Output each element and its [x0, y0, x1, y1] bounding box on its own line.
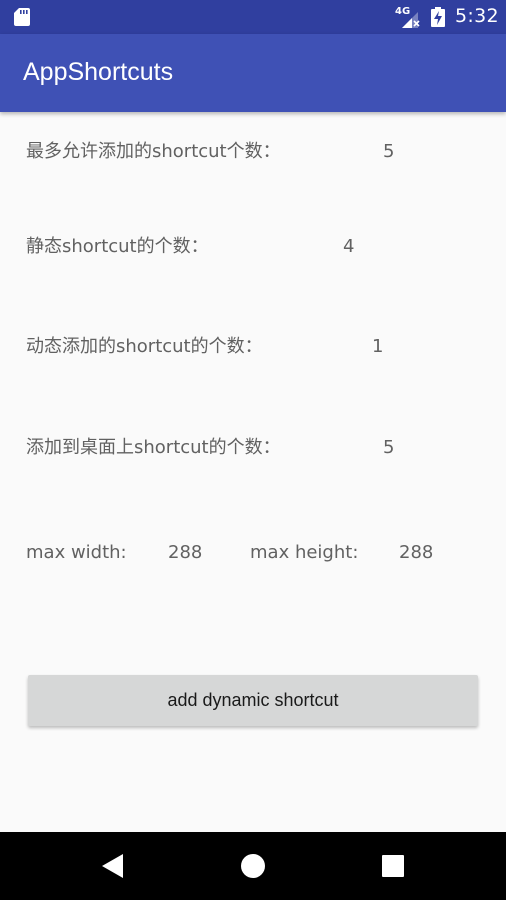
max-allowed-value: 5	[383, 141, 395, 162]
max-allowed-label: 最多允许添加的shortcut个数：	[26, 141, 281, 162]
sd-card-icon	[14, 8, 30, 26]
static-count-value: 4	[343, 236, 355, 257]
app-bar: AppShortcuts	[0, 34, 506, 112]
add-dynamic-shortcut-button[interactable]: add dynamic shortcut	[28, 675, 478, 726]
max-width-label: max width:	[26, 542, 127, 563]
max-width-value: 288	[168, 542, 203, 563]
dynamic-count-label: 动态添加的shortcut的个数：	[26, 336, 263, 357]
navigation-bar	[0, 832, 506, 900]
status-bar: 4G 5:32	[0, 0, 506, 34]
static-count-label: 静态shortcut的个数：	[26, 236, 209, 257]
dynamic-count-value: 1	[372, 336, 384, 357]
back-icon[interactable]	[97, 850, 129, 882]
screen: 4G 5:32 AppShortcuts 最多允许添加的shortcut个数： …	[0, 0, 506, 900]
pinned-count-value: 5	[383, 437, 395, 458]
home-icon[interactable]	[237, 850, 269, 882]
status-clock: 5:32	[455, 5, 499, 27]
pinned-count-label: 添加到桌面上shortcut的个数：	[26, 437, 281, 458]
max-height-value: 288	[399, 542, 434, 563]
max-height-label: max height:	[250, 542, 359, 563]
app-title: AppShortcuts	[23, 58, 174, 86]
battery-charging-icon	[431, 7, 445, 27]
signal-icon	[402, 12, 420, 28]
recents-icon[interactable]	[377, 850, 409, 882]
